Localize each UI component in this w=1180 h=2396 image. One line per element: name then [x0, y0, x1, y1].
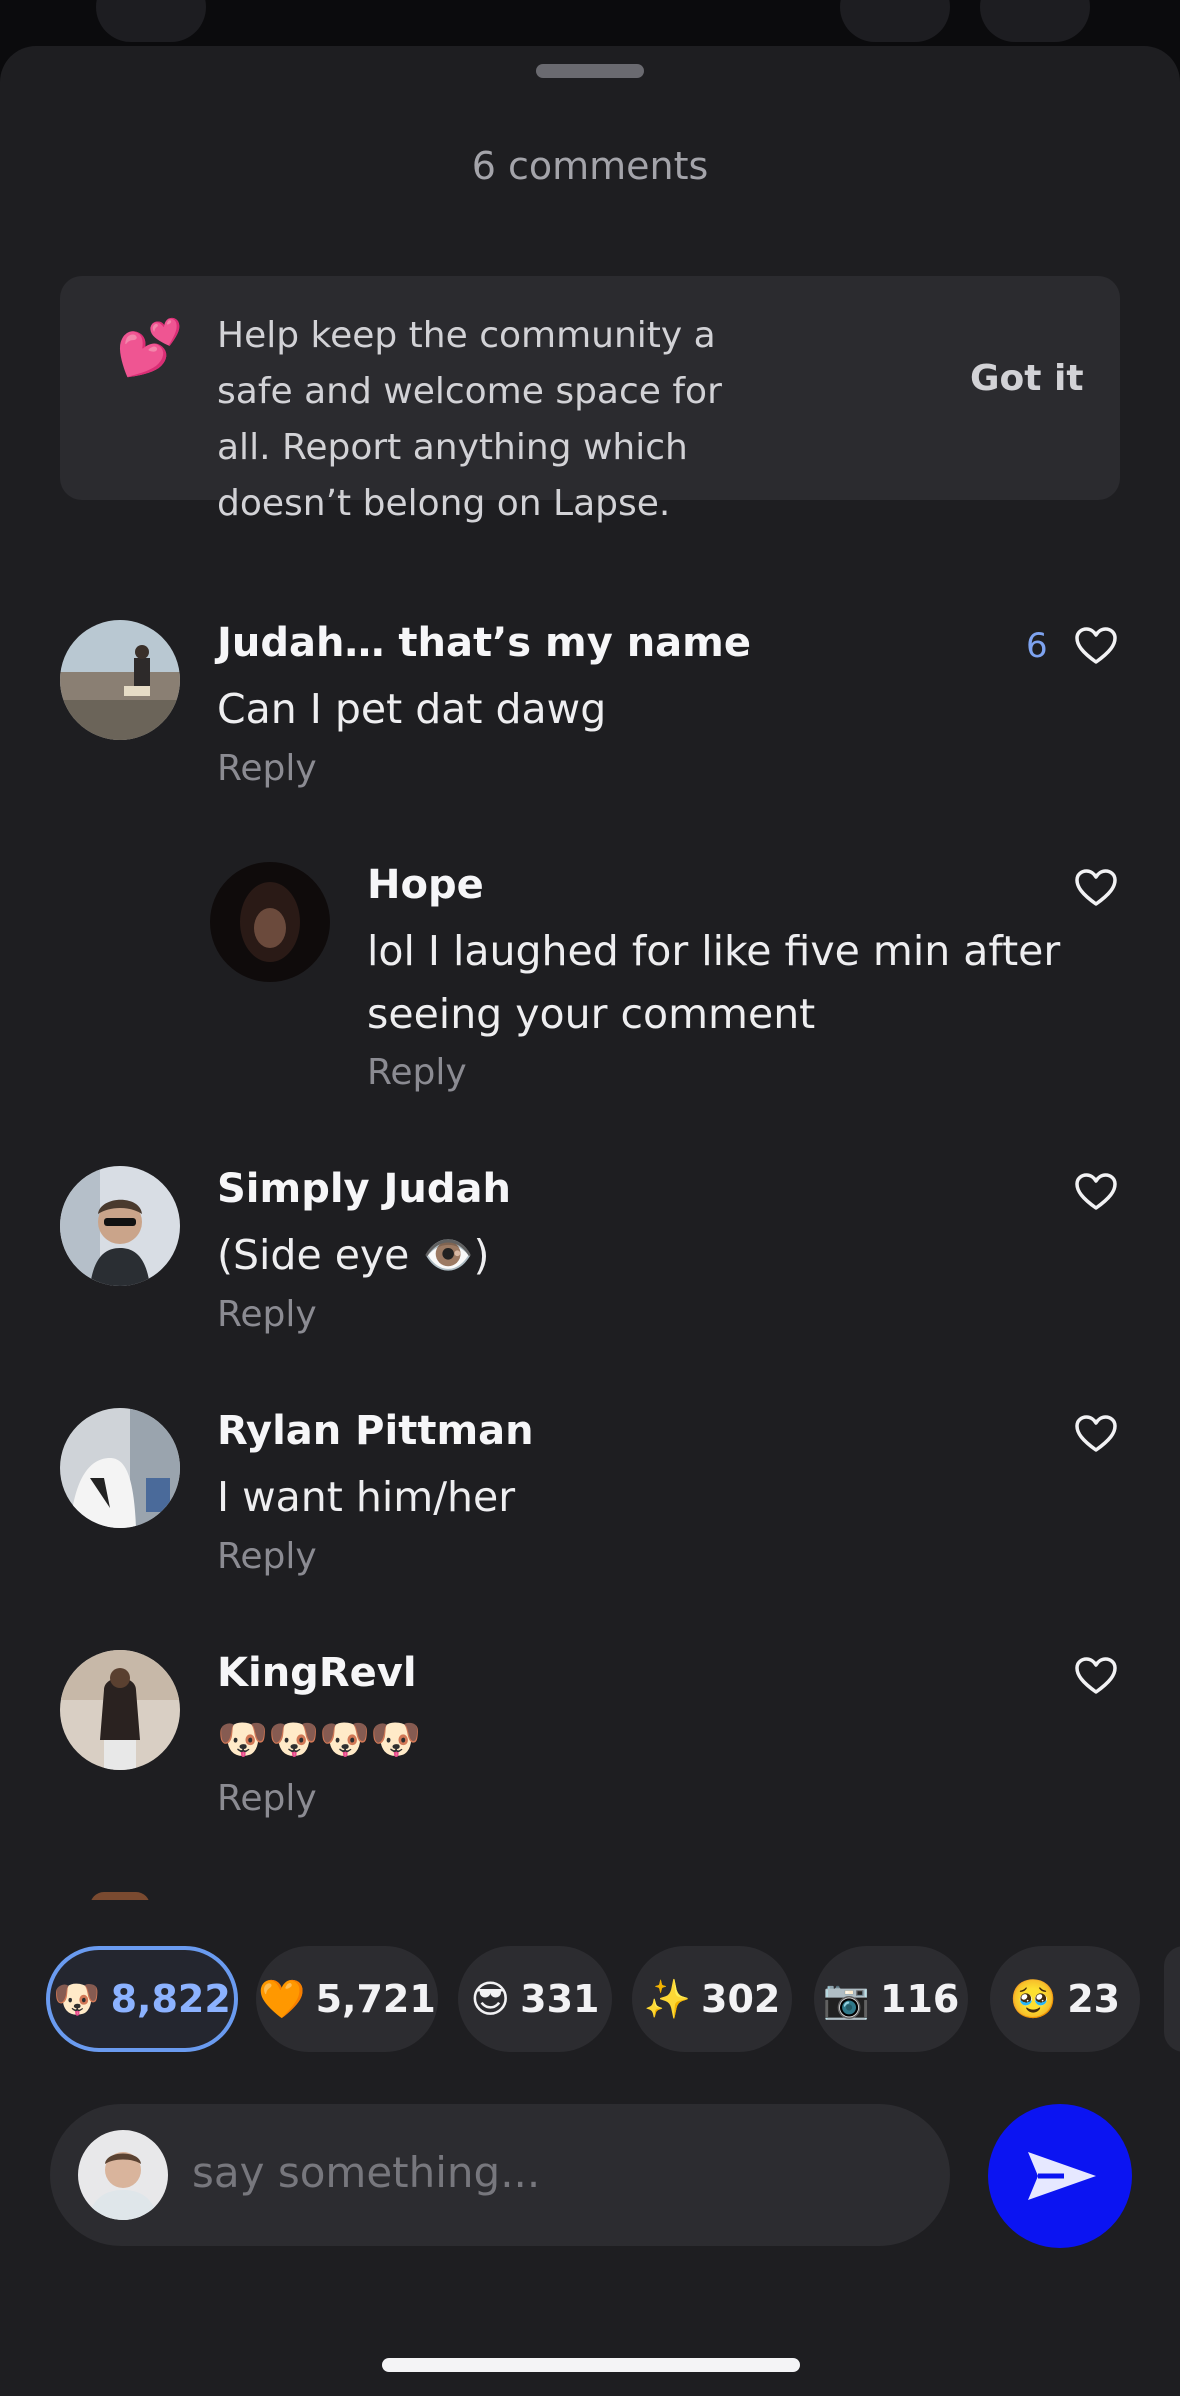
notice-text: Help keep the community a safe and welco…	[217, 315, 722, 524]
camera-emoji-icon: 📷	[822, 1976, 870, 2021]
chevron-down-button[interactable]	[980, 0, 1090, 42]
pleading-face-emoji-icon: 🥹	[1009, 1976, 1058, 2021]
reaction-puppy[interactable]: 🐶 8,822	[46, 1946, 238, 2052]
reaction-sparkles[interactable]: ✨ 302	[632, 1946, 792, 2052]
user-avatar	[78, 2130, 168, 2220]
reaction-count: 331	[520, 1977, 600, 2021]
comment-author[interactable]: Judah… that’s my name	[217, 620, 751, 666]
heart-icon[interactable]	[1074, 626, 1118, 666]
reaction-count: 8,822	[110, 1977, 231, 2021]
heart-icon[interactable]	[1074, 868, 1118, 908]
reply-button[interactable]: Reply	[217, 1294, 317, 1335]
reply-button[interactable]: Reply	[217, 748, 317, 789]
heart-icon[interactable]	[1074, 1656, 1118, 1696]
comment-text: lol I laughed for like five min after se…	[367, 927, 1061, 1038]
got-it-button[interactable]: Got it	[970, 358, 1084, 399]
comment-author[interactable]: Hope	[367, 862, 484, 908]
avatar[interactable]	[210, 862, 330, 982]
reaction-sunglasses[interactable]: 😎 331	[458, 1946, 612, 2052]
reaction-count: 5,721	[315, 1977, 436, 2021]
avatar[interactable]	[60, 1408, 180, 1528]
heart-icon[interactable]	[1074, 1172, 1118, 1212]
orange-heart-emoji-icon: 🧡	[258, 1976, 306, 2021]
comment-text: I want him/her	[217, 1473, 516, 1521]
send-icon	[1028, 2152, 1096, 2200]
comment-author[interactable]: Simply Judah	[217, 1166, 511, 1212]
reaction-camera[interactable]: 📷 116	[814, 1946, 968, 2052]
send-button[interactable]	[988, 2104, 1132, 2248]
reaction-more[interactable]	[1164, 1946, 1180, 2052]
reply-button[interactable]: Reply	[367, 1052, 467, 1093]
hearts-icon: 💕	[116, 316, 184, 379]
avatar[interactable]	[60, 1650, 180, 1770]
sparkles-emoji-icon: ✨	[643, 1976, 691, 2021]
reply-button[interactable]: Reply	[217, 1778, 317, 1819]
avatar[interactable]	[60, 620, 180, 740]
reaction-count: 23	[1067, 1977, 1121, 2021]
like-count: 6	[1026, 626, 1048, 666]
top-left-button[interactable]	[96, 0, 206, 42]
reaction-count: 302	[701, 1977, 781, 2021]
puppy-emoji-icon: 🐶	[53, 1976, 101, 2021]
reaction-count: 116	[880, 1977, 960, 2021]
reaction-orange-heart[interactable]: 🧡 5,721	[256, 1946, 438, 2052]
sunglasses-emoji-icon: 😎	[470, 1977, 511, 2021]
comment-text: (Side eye 👁️)	[217, 1231, 490, 1279]
heart-icon[interactable]	[1074, 1414, 1118, 1454]
comment-text: Can I pet dat dawg	[217, 685, 607, 733]
comment-placeholder: say something...	[192, 2148, 541, 2197]
community-notice: 💕 Help keep the community a safe and wel…	[60, 276, 1120, 524]
comment-input[interactable]: say something...	[50, 2104, 950, 2246]
avatar[interactable]	[60, 1166, 180, 1286]
comment-author[interactable]: KingRevl	[217, 1650, 417, 1696]
reply-button[interactable]: Reply	[217, 1536, 317, 1577]
search-button[interactable]	[840, 0, 950, 42]
sheet-title: 6 comments	[471, 144, 709, 188]
comment-author[interactable]: Rylan Pittman	[217, 1408, 534, 1454]
home-indicator[interactable]	[382, 2358, 800, 2372]
comment-text: 🐶🐶🐶🐶	[217, 1715, 422, 1763]
reaction-pleading[interactable]: 🥹 23	[990, 1946, 1140, 2052]
drag-handle[interactable]	[536, 64, 644, 78]
